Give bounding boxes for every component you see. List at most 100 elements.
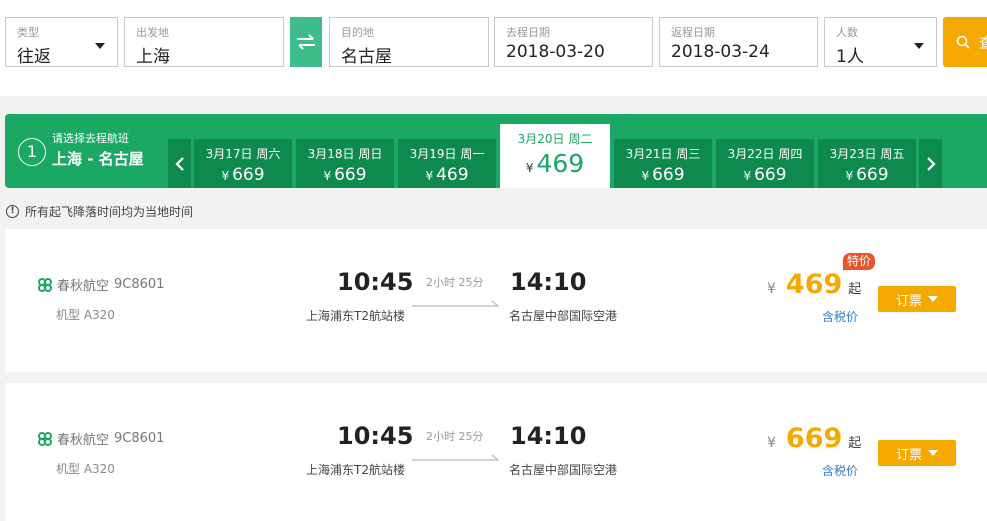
arrival-city-field[interactable]: 目的地 名古屋 [329, 17, 489, 67]
date-tab-price-value: 669 [856, 165, 889, 185]
date-selector-bar: 1 请选择去程航班 上海 - 名古屋 3月17日 周六 ¥669 3月18日 周… [5, 114, 987, 188]
return-date-field[interactable]: 返程日期 2018-03-24 [659, 17, 818, 67]
prev-dates-button[interactable] [168, 139, 191, 188]
date-tab-price-value: 669 [754, 165, 787, 185]
departure-city-field[interactable]: 出发地 上海 [124, 17, 284, 67]
date-tab-price: ¥669 [296, 165, 394, 185]
arrival-city-value: 名古屋 [341, 47, 392, 67]
aircraft-model: 机型 A320 [56, 462, 115, 476]
swap-cities-button[interactable] [290, 17, 322, 67]
date-tab[interactable]: 3月18日 周日 ¥669 [296, 139, 394, 188]
trip-type-select[interactable]: 类型 往返 [5, 17, 118, 67]
date-tab-label: 3月20日 周二 [517, 132, 593, 146]
currency-symbol: ¥ [525, 161, 534, 175]
currency-symbol: ¥ [743, 169, 752, 183]
notice-text: 所有起飞降落时间均为当地时间 [25, 205, 194, 219]
search-button[interactable]: 查 [943, 17, 987, 67]
search-button-label: 查 [979, 36, 987, 52]
date-tab-price-value: 669 [652, 165, 685, 185]
passenger-count-label: 人数 [836, 26, 858, 39]
price-suffix: 起 [848, 436, 862, 451]
info-circle-icon: ! [6, 205, 19, 218]
step-hint: 请选择去程航班 [52, 132, 129, 145]
date-tab[interactable]: 3月19日 周一 ¥469 [398, 139, 496, 188]
price-suffix: 起 [848, 282, 862, 297]
date-tab[interactable]: 3月23日 周五 ¥669 [818, 139, 916, 188]
date-tab-price-value: 669 [232, 165, 265, 185]
duration-arrow-icon [412, 454, 500, 461]
book-button[interactable]: 订票 [878, 286, 956, 312]
date-tab-price: ¥669 [818, 165, 916, 185]
chevron-down-icon [914, 43, 924, 49]
spring-airlines-logo-icon [38, 431, 52, 446]
aircraft-model: 机型 A320 [56, 308, 115, 322]
duration-arrow-icon [412, 300, 500, 307]
date-tab-price-value: 469 [536, 149, 585, 178]
passenger-count-select[interactable]: 人数 1人 [824, 17, 937, 67]
swap-arrows-icon [297, 34, 315, 50]
departure-city-value: 上海 [136, 47, 170, 67]
departure-airport: 上海浦东T2航站楼 [306, 463, 405, 477]
step-number: 1 [18, 138, 46, 166]
airline-info: 春秋航空 9C8601 [37, 429, 164, 448]
date-tab-price-value: 469 [436, 165, 469, 185]
date-tab-label: 3月17日 周六 [205, 147, 281, 161]
chevron-left-icon [174, 156, 184, 171]
arrival-airport: 名古屋中部国际空港 [509, 309, 618, 323]
date-tab-label: 3月19日 周一 [409, 147, 485, 161]
date-tab[interactable]: 3月17日 周六 ¥669 [194, 139, 292, 188]
currency-symbol: ¥ [323, 169, 332, 183]
currency-symbol: ¥ [425, 169, 434, 183]
currency-symbol: ¥ [221, 169, 230, 183]
date-tab-price: ¥669 [194, 165, 292, 185]
book-button-label: 订票 [895, 447, 922, 463]
price-amount: 469 [785, 269, 843, 300]
tax-included-link[interactable]: 含税价 [822, 308, 858, 325]
date-tab-label: 3月21日 周三 [625, 147, 701, 161]
chevron-right-icon [926, 156, 936, 171]
return-date-value: 2018-03-24 [671, 42, 770, 62]
trip-type-value: 往返 [17, 47, 51, 67]
local-time-notice: ! 所有起飞降落时间均为当地时间 [6, 203, 193, 220]
flight-duration: 2小时 25分 [426, 276, 484, 289]
date-tab[interactable]: 3月21日 周三 ¥669 [614, 139, 712, 188]
book-button-label: 订票 [895, 293, 922, 309]
date-tab-label: 3月22日 周四 [727, 147, 803, 161]
tax-included-link[interactable]: 含税价 [822, 462, 858, 479]
flight-card: 春秋航空 9C8601 机型 A320 10:45 上海浦东T2航站楼 2小时 … [5, 383, 987, 521]
airline-name: 春秋航空 [57, 433, 110, 448]
arrival-time: 14:10 [510, 422, 587, 450]
departure-time: 10:45 [337, 422, 414, 450]
date-tab-price: ¥469 [398, 165, 496, 185]
currency-symbol: ¥ [767, 281, 776, 297]
flight-card: 春秋航空 9C8601 机型 A320 10:45 上海浦东T2航站楼 2小时 … [5, 229, 987, 372]
departure-time: 10:45 [337, 268, 414, 296]
currency-symbol: ¥ [767, 435, 776, 451]
date-tab-price: ¥669 [614, 165, 712, 185]
departure-airport: 上海浦东T2航站楼 [306, 309, 405, 323]
airline-info: 春秋航空 9C8601 [37, 275, 164, 294]
date-tab-price: ¥469 [500, 149, 610, 178]
arrival-time: 14:10 [510, 268, 587, 296]
date-tab-price-value: 669 [334, 165, 367, 185]
chevron-down-icon [928, 450, 938, 456]
spring-airlines-logo-icon [38, 277, 52, 292]
special-price-badge: 特价 [843, 253, 876, 270]
trip-type-label: 类型 [17, 26, 39, 39]
return-date-label: 返程日期 [671, 26, 715, 39]
date-tab[interactable]: 3月22日 周四 ¥669 [716, 139, 814, 188]
arrival-airport: 名古屋中部国际空港 [509, 463, 618, 477]
route-title: 上海 - 名古屋 [52, 150, 144, 168]
next-dates-button[interactable] [919, 139, 942, 188]
book-button[interactable]: 订票 [878, 440, 956, 466]
search-bar: 类型 往返 出发地 上海 目的地 名古屋 去程日期 2018-03-20 返程日… [0, 0, 987, 96]
date-tab-active[interactable]: 3月20日 周二 ¥469 [500, 124, 610, 188]
price: ¥ 469 起 [767, 269, 861, 300]
arrival-city-label: 目的地 [341, 26, 374, 39]
depart-date-field[interactable]: 去程日期 2018-03-20 [494, 17, 653, 67]
departure-city-label: 出发地 [136, 26, 169, 39]
depart-date-value: 2018-03-20 [506, 42, 605, 62]
chevron-down-icon [95, 43, 105, 49]
search-icon [956, 35, 970, 49]
date-tab-label: 3月18日 周日 [307, 147, 383, 161]
